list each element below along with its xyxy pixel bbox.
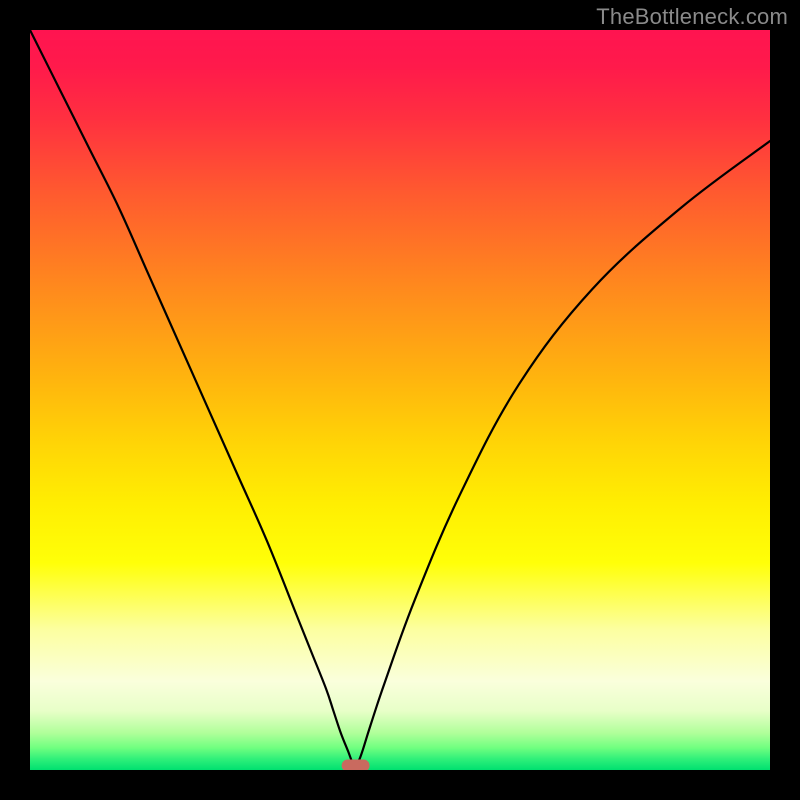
curve-svg [30, 30, 770, 770]
optimal-marker [342, 760, 370, 770]
plot-area [30, 30, 770, 770]
bottleneck-curve [30, 30, 770, 766]
watermark-text: TheBottleneck.com [596, 4, 788, 30]
chart-container: TheBottleneck.com [0, 0, 800, 800]
